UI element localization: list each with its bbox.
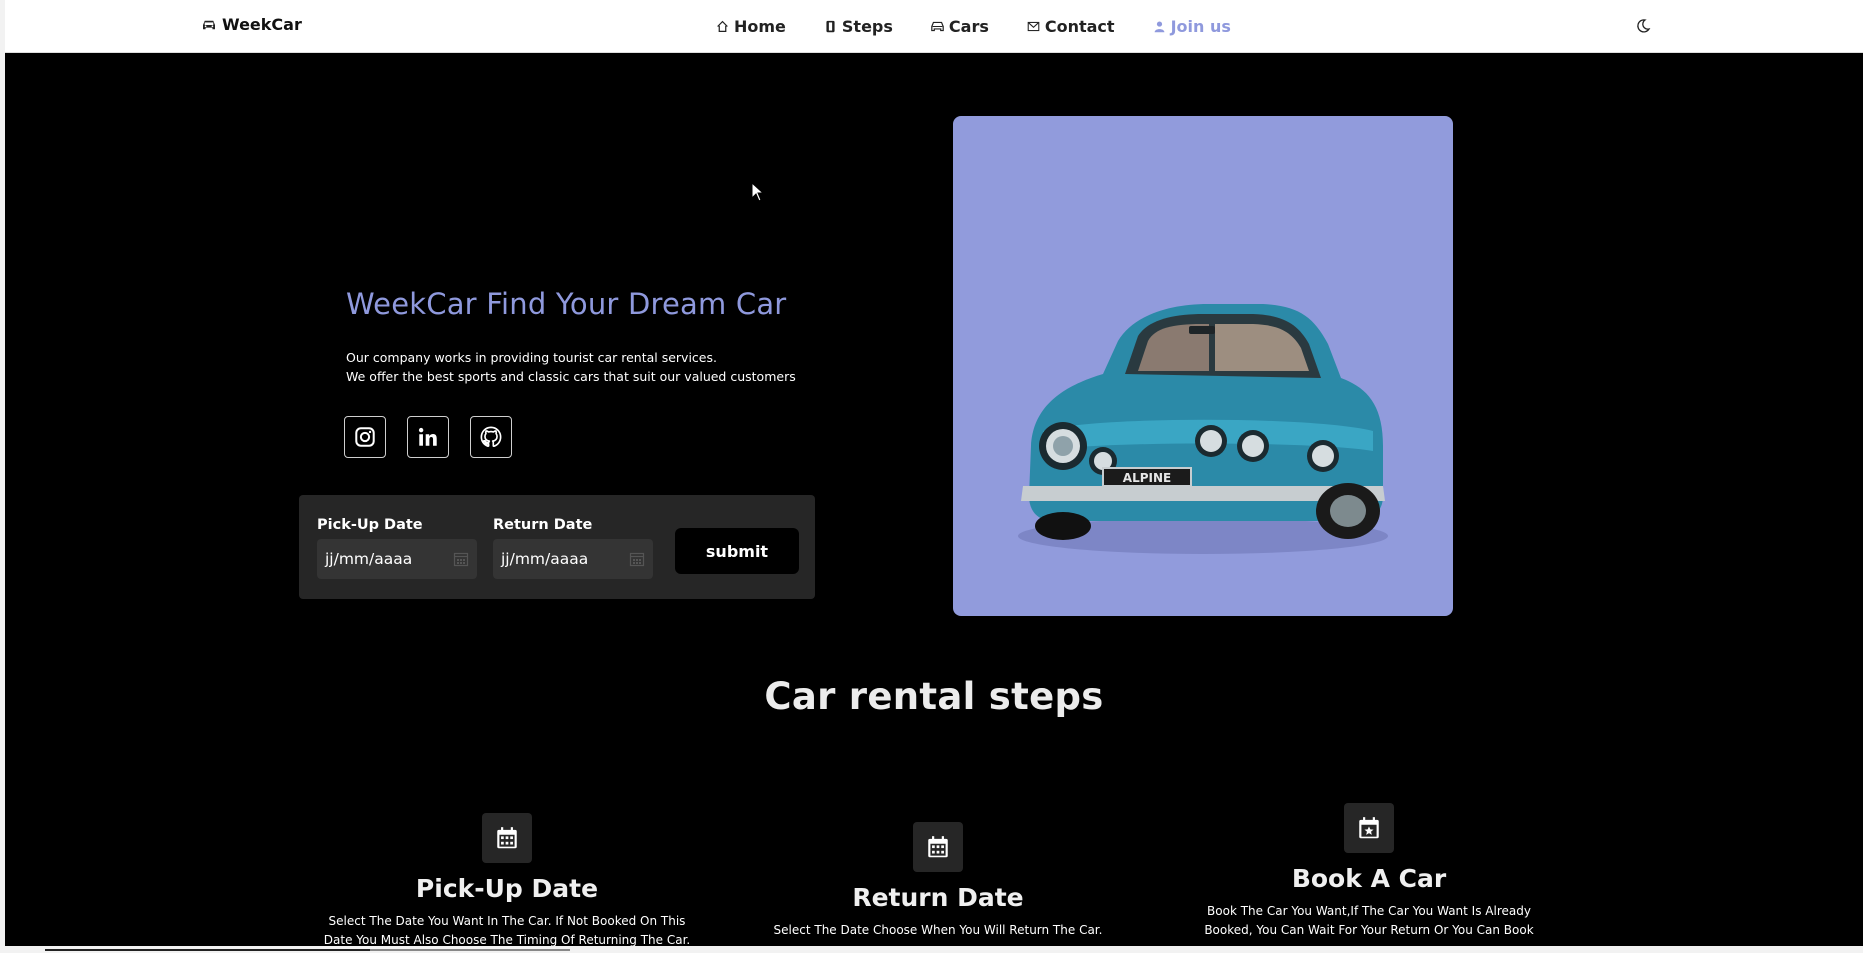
car-icon <box>203 20 215 29</box>
linkedin-icon <box>418 427 437 446</box>
step-text-line: Booked, You Can Wait For Your Return Or … <box>1204 923 1534 937</box>
nav-item-cars[interactable]: Cars <box>931 17 989 36</box>
booking-form: Pick-Up Date jj/mm/aaaa Return Date jj/m… <box>299 495 815 599</box>
social-links <box>344 416 512 458</box>
nav-item-label: Steps <box>841 17 893 36</box>
step-title: Pick-Up Date <box>415 874 599 903</box>
step-text: Select The Date You Want In The Car. If … <box>287 912 727 946</box>
pickup-date-field: Pick-Up Date jj/mm/aaaa <box>317 517 477 579</box>
car-icon <box>931 21 944 32</box>
step-title: Book A Car <box>1291 864 1447 893</box>
pickup-date-value: jj/mm/aaaa <box>325 550 413 568</box>
section-title: Car rental steps <box>764 675 1104 718</box>
home-icon <box>717 20 728 32</box>
calendar-icon[interactable] <box>629 551 645 567</box>
step-text-line: Select The Date Choose When You Will Ret… <box>773 923 1103 937</box>
brand-name: WeekCar <box>222 15 302 34</box>
pickup-date-label: Pick-Up Date <box>317 517 423 533</box>
brand-logo[interactable]: WeekCar <box>202 15 302 34</box>
car-illustration: ALPINE <box>1018 304 1388 554</box>
step-title: Return Date <box>852 883 1024 912</box>
step-icon-box <box>482 813 532 863</box>
nav-item-label: Home <box>734 17 786 36</box>
hero-description: Our company works in providing tourist c… <box>346 348 796 386</box>
return-date-input[interactable]: jj/mm/aaaa <box>493 539 653 579</box>
step-icon-box <box>913 822 963 872</box>
mail-icon <box>1027 21 1040 32</box>
hero-title: WeekCar Find Your Dream Car <box>346 287 787 321</box>
hero-car-image: ALPINE <box>953 116 1453 616</box>
step-text: Book The Car You Want,If The Car You Wan… <box>1149 902 1589 940</box>
scrollbar-track[interactable] <box>370 949 570 951</box>
step-text-line: Date You Must Also Choose The Timing Of … <box>323 933 691 946</box>
instagram-button[interactable] <box>344 416 386 458</box>
nav-item-contact[interactable]: Contact <box>1027 17 1115 36</box>
main-nav: Home Steps Cars Contact Join us <box>716 17 1231 36</box>
hero-description-line: Our company works in providing tourist c… <box>346 350 717 365</box>
window-bottom-edge <box>0 946 1863 953</box>
return-date-value: jj/mm/aaaa <box>501 550 589 568</box>
pickup-date-input[interactable]: jj/mm/aaaa <box>317 539 477 579</box>
moon-icon[interactable] <box>1635 18 1651 34</box>
nav-item-label: Cars <box>948 17 989 36</box>
step-card: Return Date Select The Date Choose When … <box>718 822 1158 940</box>
nav-item-label: Join us <box>1170 17 1231 36</box>
step-card: Book A Car Book The Car You Want,If The … <box>1149 803 1589 940</box>
return-date-field: Return Date jj/mm/aaaa <box>493 517 653 579</box>
license-plate-text: ALPINE <box>1123 471 1171 485</box>
calendar-icon <box>497 827 517 849</box>
linkedin-button[interactable] <box>407 416 449 458</box>
nav-item-home[interactable]: Home <box>716 17 786 36</box>
calendar-star-icon <box>1359 817 1379 839</box>
step-text: Select The Date Choose When You Will Ret… <box>718 921 1158 940</box>
calendar-icon[interactable] <box>453 551 469 567</box>
browser-viewport: WeekCar Home Steps Cars Contact Join us … <box>5 0 1863 946</box>
step-text-line: Select The Date You Want In The Car. If … <box>328 914 686 928</box>
navbar: WeekCar Home Steps Cars Contact Join us <box>5 0 1863 53</box>
return-date-label: Return Date <box>493 517 593 533</box>
steps-icon <box>826 20 835 33</box>
instagram-icon <box>355 427 375 447</box>
scrollbar-thumb[interactable] <box>45 949 370 951</box>
step-card: Pick-Up Date Select The Date You Want In… <box>287 813 727 946</box>
step-icon-box <box>1344 803 1394 853</box>
nav-item-steps[interactable]: Steps <box>824 17 893 36</box>
nav-item-join-us[interactable]: Join us <box>1153 17 1231 36</box>
user-icon <box>1154 21 1164 33</box>
hero-description-line: We offer the best sports and classic car… <box>346 369 796 384</box>
github-icon <box>480 426 502 448</box>
nav-item-label: Contact <box>1044 17 1115 36</box>
submit-button[interactable]: submit <box>675 528 799 574</box>
github-button[interactable] <box>470 416 512 458</box>
step-text-line: Book The Car You Want,If The Car You Wan… <box>1207 904 1531 918</box>
calendar-icon <box>928 836 948 858</box>
mouse-pointer-icon <box>751 182 765 202</box>
